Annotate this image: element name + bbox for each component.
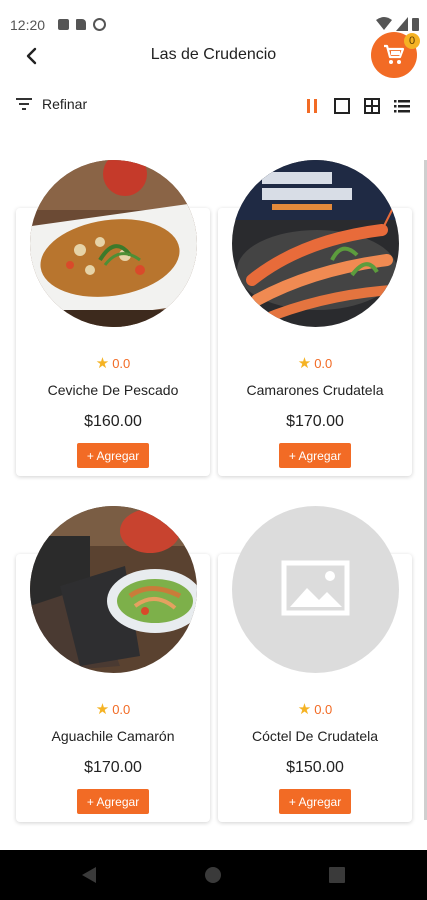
list-view-icon (394, 100, 410, 113)
circle-home-icon (205, 867, 221, 883)
cart-count-badge: 0 (404, 33, 420, 49)
nav-back-button[interactable] (80, 865, 98, 890)
shopping-cart-icon (384, 44, 405, 64)
notification-icon (58, 19, 69, 30)
product-price: $170.00 (84, 759, 142, 776)
grid-view-icon (364, 98, 380, 114)
filter-icon (16, 98, 32, 110)
product-card[interactable]: ★ 0.0 Cóctel De Crudatela $150.00 + Agreg… (218, 506, 412, 828)
view-mode-switcher (303, 97, 411, 115)
product-name: Aguachile Camarón (51, 728, 175, 744)
product-rating: ★ 0.0 (218, 700, 412, 718)
view-single-button[interactable] (333, 97, 351, 115)
cart-button[interactable]: 0 (371, 32, 420, 78)
product-rating: ★ 0.0 (16, 354, 210, 372)
image-placeholder-icon (281, 560, 350, 616)
product-name: Cóctel De Crudatela (251, 728, 379, 744)
rating-value: 0.0 (112, 356, 131, 371)
notification-icons (58, 18, 106, 31)
product-card[interactable]: ★ 0.0 Camarones Crudatela $170.00 + Agreg… (218, 160, 412, 482)
ceviche-photo[interactable] (30, 160, 197, 327)
aguachile-photo[interactable] (30, 506, 197, 673)
product-card[interactable]: ★ 0.0 Ceviche De Pescado $160.00 + Agrega… (16, 160, 210, 482)
refine-label: Refinar (42, 96, 88, 112)
rating-value: 0.0 (112, 702, 131, 717)
product-name: Ceviche De Pescado (47, 382, 179, 398)
add-to-cart-button[interactable]: + Agregar (279, 789, 351, 814)
system-icons (376, 17, 419, 31)
square-recents-icon (329, 867, 345, 883)
product-price: $150.00 (286, 759, 344, 776)
single-view-icon (334, 98, 350, 114)
system-nav-bar (0, 850, 427, 900)
battery-icon (412, 18, 419, 31)
product-card[interactable]: ★ 0.0 Aguachile Camarón $170.00 + Agregar (16, 506, 210, 828)
star-icon: ★ (297, 355, 312, 372)
star-icon: ★ (297, 701, 312, 718)
view-two-column-button[interactable] (303, 97, 321, 115)
signal-icon (396, 17, 408, 31)
add-to-cart-button[interactable]: + Agregar (279, 443, 351, 468)
view-grid-button[interactable] (363, 97, 381, 115)
rating-value: 0.0 (314, 356, 333, 371)
refine-button[interactable]: Refinar (16, 96, 87, 112)
two-column-icon (307, 99, 317, 113)
nav-home-button[interactable] (205, 867, 221, 888)
triangle-back-icon (82, 867, 96, 883)
product-rating: ★ 0.0 (218, 354, 412, 372)
shrimp-photo[interactable] (232, 160, 399, 327)
rating-value: 0.0 (314, 702, 333, 717)
product-price: $170.00 (286, 413, 344, 430)
sd-card-icon (76, 19, 86, 30)
add-to-cart-button[interactable]: + Agregar (77, 443, 149, 468)
product-rating: ★ 0.0 (16, 700, 210, 718)
add-to-cart-button[interactable]: + Agregar (77, 789, 149, 814)
nav-recents-button[interactable] (329, 867, 345, 888)
star-icon: ★ (95, 355, 110, 372)
status-time: 12:20 (10, 17, 46, 33)
app-header: Las de Crudencio 0 (0, 32, 427, 80)
toolbar: Refinar (0, 88, 427, 124)
view-list-button[interactable] (393, 97, 411, 115)
image-placeholder[interactable] (232, 506, 399, 673)
product-name: Camarones Crudatela (246, 382, 384, 398)
wifi-icon (376, 17, 392, 30)
star-icon: ★ (95, 701, 110, 718)
page-title: Las de Crudencio (150, 46, 277, 63)
sync-icon (93, 18, 106, 31)
product-price: $160.00 (84, 413, 142, 430)
